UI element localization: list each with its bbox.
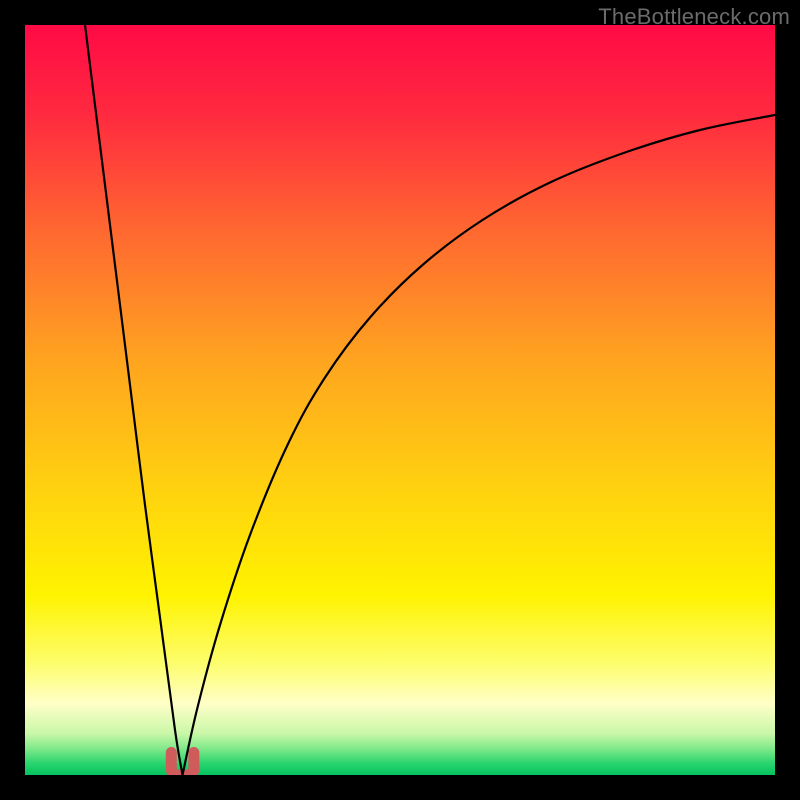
gradient-background [25, 25, 775, 775]
watermark-label: TheBottleneck.com [598, 4, 790, 30]
plot-area [25, 25, 775, 775]
bottleneck-chart [25, 25, 775, 775]
chart-frame: TheBottleneck.com [0, 0, 800, 800]
